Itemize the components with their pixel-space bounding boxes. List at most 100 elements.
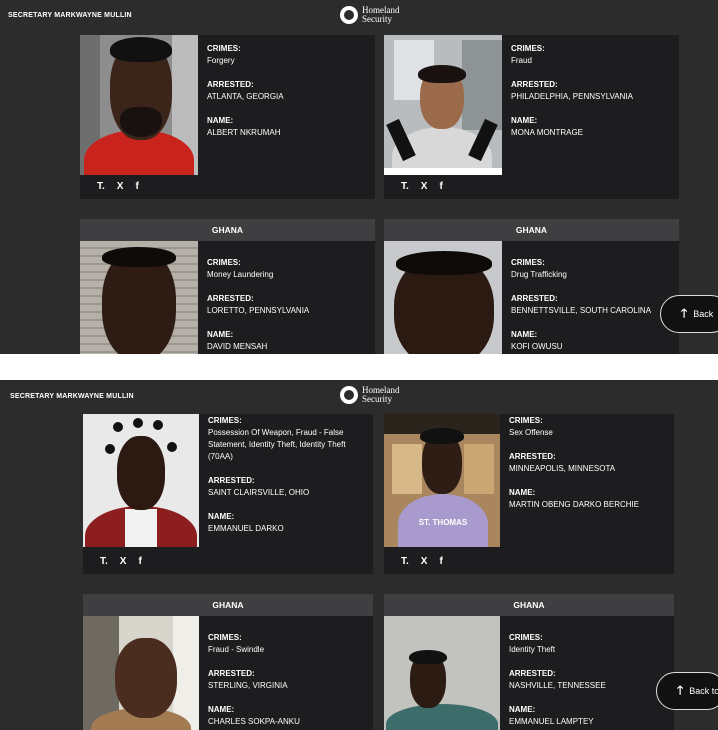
arrested-value: SAINT CLAIRSVILLE, OHIO: [208, 488, 310, 497]
dhs-logo[interactable]: Homeland Security: [340, 6, 400, 24]
arrested-label: ARRESTED:: [511, 294, 558, 303]
arrested-value: NASHVILLE, TENNESSEE: [509, 681, 606, 690]
crimes-label: CRIMES:: [207, 44, 241, 53]
hoodie-text: ST. THOMAS: [418, 518, 468, 527]
crimes-value: Sex Offense: [509, 428, 553, 437]
truth-social-icon[interactable]: T.: [401, 556, 409, 567]
arrested-label: ARRESTED:: [511, 80, 558, 89]
dhs-seal-icon: [340, 6, 358, 24]
profile-info: CRIMES: Forgery ARRESTED: ATLANTA, GEORG…: [207, 43, 367, 139]
arrested-label: ARRESTED:: [207, 80, 254, 89]
arrested-label: ARRESTED:: [208, 476, 255, 485]
arrow-up-icon: 🡑: [681, 305, 688, 320]
crimes-value: Identity Theft: [509, 645, 556, 654]
arrested-value: LORETTO, PENNSYLVANIA: [207, 306, 310, 315]
dhs-seal-icon: [340, 386, 358, 404]
share-links: T. X f: [97, 181, 139, 192]
crimes-value: Drug Trafficking: [511, 270, 567, 279]
mugshot-photo: [384, 616, 500, 730]
crimes-value: Possession Of Weapon, Fraud - False Stat…: [208, 428, 346, 461]
profile-info: CRIMES: Drug Trafficking ARRESTED: BENNE…: [511, 257, 671, 353]
crimes-label: CRIMES:: [511, 44, 545, 53]
name-value: MONA MONTRAGE: [511, 128, 584, 137]
arrested-label: ARRESTED:: [207, 294, 254, 303]
site-header: SECRETARY MARKWAYNE MULLIN Homeland Secur…: [0, 380, 718, 412]
profile-info: CRIMES: Fraud - Swindle ARRESTED: STERLI…: [208, 632, 366, 728]
screenshot-top: SECRETARY MARKWAYNE MULLIN Homeland Secur…: [0, 0, 718, 354]
name-value: EMMANUEL DARKO: [208, 524, 284, 533]
arrested-value: MINNEAPOLIS, MINNESOTA: [509, 464, 616, 473]
truth-social-icon[interactable]: T.: [401, 181, 409, 192]
secretary-link[interactable]: SECRETARY MARKWAYNE MULLIN: [8, 12, 132, 19]
profile-card: GHANA CRIMES: Fraud - Swindle ARRESTED: …: [83, 594, 373, 730]
country-header: GHANA: [384, 219, 679, 241]
back-to-top-label: Back to: [689, 686, 718, 696]
mugshot-photo: [83, 414, 199, 547]
name-value: KOFI OWUSU: [511, 342, 563, 351]
crimes-label: CRIMES:: [208, 416, 242, 425]
name-label: NAME:: [509, 705, 536, 714]
name-value: EMMANUEL LAMPTEY: [509, 717, 594, 726]
arrested-label: ARRESTED:: [208, 669, 255, 678]
name-label: NAME:: [208, 512, 235, 521]
arrested-value: BENNETTSVILLE, SOUTH CAROLINA: [511, 306, 652, 315]
secretary-link[interactable]: SECRETARY MARKWAYNE MULLIN: [10, 393, 134, 400]
country-header: GHANA: [80, 219, 375, 241]
crimes-value: Money Laundering: [207, 270, 274, 279]
mugshot-photo: [80, 241, 198, 354]
name-value: MARTIN OBENG DARKO BERCHIE: [509, 500, 640, 509]
arrested-label: ARRESTED:: [509, 669, 556, 678]
arrested-value: STERLING, VIRGINIA: [208, 681, 288, 690]
facebook-icon[interactable]: f: [135, 181, 138, 192]
facebook-icon[interactable]: f: [439, 556, 442, 567]
back-to-top-button[interactable]: 🡑 Back to: [656, 672, 718, 710]
site-header: SECRETARY MARKWAYNE MULLIN Homeland Secur…: [0, 0, 718, 32]
name-label: NAME:: [511, 330, 538, 339]
profile-card: GHANA CRIMES: Money Laundering ARRESTED:…: [80, 219, 375, 354]
arrow-up-icon: 🡑: [677, 682, 684, 697]
dhs-logo[interactable]: Homeland Security: [340, 386, 400, 404]
share-links: T. X f: [100, 556, 142, 567]
truth-social-icon[interactable]: T.: [100, 556, 108, 567]
x-icon[interactable]: X: [421, 181, 428, 192]
share-links: T. X f: [401, 556, 443, 567]
name-value: DAVID MENSAH: [207, 342, 268, 351]
country-header: GHANA: [384, 594, 674, 616]
crimes-label: CRIMES:: [509, 633, 543, 642]
truth-social-icon[interactable]: T.: [97, 181, 105, 192]
mugshot-photo: ST. THOMAS: [384, 414, 500, 547]
mugshot-photo: [384, 35, 502, 175]
name-label: NAME:: [207, 330, 234, 339]
back-to-top-button[interactable]: 🡑 Back: [660, 295, 718, 333]
crimes-value: Forgery: [207, 56, 235, 65]
profile-info: CRIMES: Possession Of Weapon, Fraud - Fa…: [208, 415, 366, 535]
x-icon[interactable]: X: [117, 181, 124, 192]
crimes-label: CRIMES:: [208, 633, 242, 642]
profile-card: T. X f CRIMES: Fraud ARRESTED: PHILADELP…: [384, 35, 679, 199]
logo-text: Homeland Security: [362, 385, 400, 404]
arrested-label: ARRESTED:: [509, 452, 556, 461]
crimes-label: CRIMES:: [511, 258, 545, 267]
facebook-icon[interactable]: f: [439, 181, 442, 192]
name-label: NAME:: [509, 488, 536, 497]
crimes-value: Fraud: [511, 56, 532, 65]
crimes-label: CRIMES:: [207, 258, 241, 267]
crimes-label: CRIMES:: [509, 416, 543, 425]
mugshot-photo: [83, 616, 199, 730]
mugshot-photo: [80, 35, 198, 175]
x-icon[interactable]: X: [421, 556, 428, 567]
mugshot-photo: [384, 241, 502, 354]
back-to-top-label: Back: [693, 309, 714, 319]
crimes-value: Fraud - Swindle: [208, 645, 265, 654]
name-label: NAME:: [207, 116, 234, 125]
facebook-icon[interactable]: f: [138, 556, 141, 567]
profile-info: CRIMES: Money Laundering ARRESTED: LORET…: [207, 257, 367, 353]
arrested-value: ATLANTA, GEORGIA: [207, 92, 284, 101]
profile-info: CRIMES: Identity Theft ARRESTED: NASHVIL…: [509, 632, 669, 728]
arrested-value: PHILADELPHIA, PENNSYLVANIA: [511, 92, 633, 101]
screenshot-bottom: SECRETARY MARKWAYNE MULLIN Homeland Secur…: [0, 380, 718, 730]
profile-card: ST. THOMAS T. X f CRIMES: Sex Offense AR…: [384, 414, 674, 574]
country-header: GHANA: [83, 594, 373, 616]
profile-info: CRIMES: Sex Offense ARRESTED: MINNEAPOLI…: [509, 415, 669, 511]
x-icon[interactable]: X: [120, 556, 127, 567]
